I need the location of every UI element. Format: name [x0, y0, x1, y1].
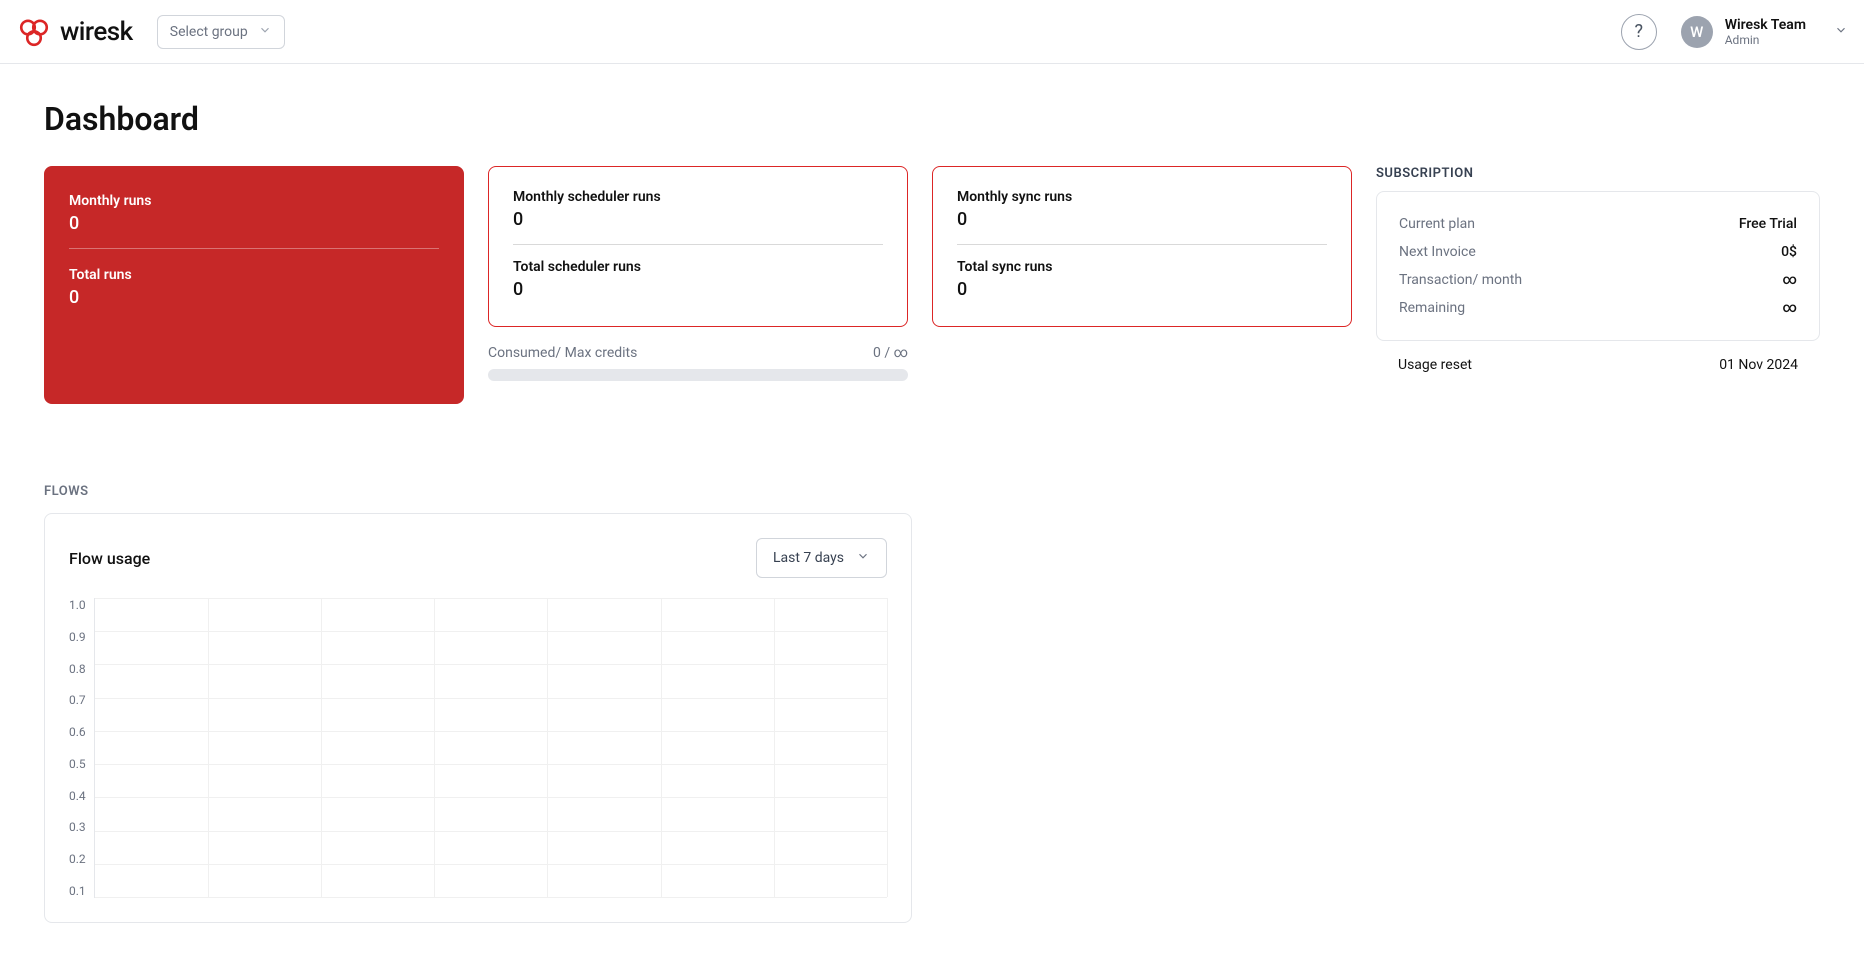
- sub-key: Transaction/ month: [1399, 272, 1522, 288]
- group-select-dropdown[interactable]: Select group: [157, 15, 285, 49]
- divider: [69, 248, 439, 249]
- sub-row-transaction: Transaction/ month ∞: [1399, 266, 1797, 294]
- chevron-down-icon: [1834, 22, 1848, 41]
- logo-icon: [16, 14, 52, 50]
- sub-val: Free Trial: [1739, 216, 1797, 232]
- monthly-sync-label: Monthly sync runs: [957, 189, 1327, 205]
- range-label: Last 7 days: [773, 550, 844, 566]
- chart-y-axis: 1.0 0.9 0.8 0.7 0.6 0.5 0.4 0.3 0.2 0.1: [69, 598, 94, 898]
- usage-reset-label: Usage reset: [1398, 357, 1472, 373]
- scheduler-column: Monthly scheduler runs 0 Total scheduler…: [488, 166, 908, 381]
- brand-name: wiresk: [60, 17, 133, 47]
- sub-key: Next Invoice: [1399, 244, 1476, 260]
- credits-block: Consumed/ Max credits 0 / ∞: [488, 345, 908, 381]
- flows-card: Flow usage Last 7 days 1.0 0.9 0.8 0.7 0.6 0.…: [44, 513, 912, 923]
- flows-heading: FLOWS: [44, 484, 1820, 499]
- y-tick: 0.5: [69, 757, 86, 771]
- user-role: Admin: [1725, 33, 1806, 47]
- sub-row-invoice: Next Invoice 0$: [1399, 238, 1797, 266]
- y-tick: 0.4: [69, 789, 86, 803]
- user-info: Wiresk Team Admin: [1725, 17, 1806, 47]
- y-tick: 0.2: [69, 852, 86, 866]
- total-scheduler-value: 0: [513, 279, 883, 300]
- subscription-column: SUBSCRIPTION Current plan Free Trial Nex…: [1376, 166, 1820, 373]
- y-tick: 0.9: [69, 630, 86, 644]
- sub-row-plan: Current plan Free Trial: [1399, 210, 1797, 238]
- runs-card: Monthly runs 0 Total runs 0: [44, 166, 464, 404]
- y-tick: 1.0: [69, 598, 86, 612]
- total-sync-value: 0: [957, 279, 1327, 300]
- y-tick: 0.7: [69, 693, 86, 707]
- chart-plot-area: [94, 598, 887, 898]
- sub-key: Current plan: [1399, 216, 1475, 232]
- y-tick: 0.6: [69, 725, 86, 739]
- main-content: Dashboard Monthly runs 0 Total runs 0 Mo…: [0, 64, 1864, 959]
- subscription-card: Current plan Free Trial Next Invoice 0$ …: [1376, 191, 1820, 341]
- flows-section: FLOWS Flow usage Last 7 days 1.0 0.9 0.8 0.…: [44, 484, 1820, 923]
- user-name: Wiresk Team: [1725, 17, 1806, 33]
- monthly-runs-value: 0: [69, 213, 439, 234]
- monthly-scheduler-label: Monthly scheduler runs: [513, 189, 883, 205]
- sub-row-remaining: Remaining ∞: [1399, 294, 1797, 322]
- sync-card: Monthly sync runs 0 Total sync runs 0: [932, 166, 1352, 327]
- avatar: W: [1681, 16, 1713, 48]
- usage-reset-row: Usage reset 01 Nov 2024: [1376, 341, 1820, 373]
- credits-progress-bar: [488, 369, 908, 381]
- y-tick: 0.8: [69, 662, 86, 676]
- group-select-label: Select group: [170, 24, 248, 40]
- date-range-dropdown[interactable]: Last 7 days: [756, 538, 887, 578]
- total-sync-label: Total sync runs: [957, 259, 1327, 275]
- y-tick: 0.3: [69, 820, 86, 834]
- metrics-grid: Monthly runs 0 Total runs 0 Monthly sche…: [44, 166, 1820, 404]
- chevron-down-icon: [856, 549, 870, 567]
- credits-label: Consumed/ Max credits: [488, 345, 637, 361]
- subscription-heading: SUBSCRIPTION: [1376, 166, 1820, 181]
- flows-title: Flow usage: [69, 549, 150, 568]
- user-menu[interactable]: W Wiresk Team Admin: [1681, 16, 1848, 48]
- sub-val: ∞: [1782, 300, 1797, 316]
- credits-value: 0 / ∞: [873, 345, 908, 361]
- total-runs-label: Total runs: [69, 267, 439, 283]
- monthly-runs-label: Monthly runs: [69, 193, 439, 209]
- question-icon: ?: [1634, 21, 1643, 42]
- divider: [513, 244, 883, 245]
- sub-val: ∞: [1782, 272, 1797, 288]
- usage-reset-value: 01 Nov 2024: [1719, 357, 1798, 373]
- chevron-down-icon: [258, 23, 272, 41]
- help-button[interactable]: ?: [1621, 14, 1657, 50]
- divider: [957, 244, 1327, 245]
- avatar-initial: W: [1690, 23, 1703, 41]
- logo[interactable]: wiresk: [16, 14, 133, 50]
- total-scheduler-label: Total scheduler runs: [513, 259, 883, 275]
- monthly-scheduler-value: 0: [513, 209, 883, 230]
- app-header: wiresk Select group ? W Wiresk Team Admi…: [0, 0, 1864, 64]
- y-tick: 0.1: [69, 884, 86, 898]
- page-title: Dashboard: [44, 100, 1820, 138]
- sub-key: Remaining: [1399, 300, 1465, 316]
- total-runs-value: 0: [69, 287, 439, 308]
- monthly-sync-value: 0: [957, 209, 1327, 230]
- sub-val: 0$: [1781, 244, 1797, 260]
- scheduler-card: Monthly scheduler runs 0 Total scheduler…: [488, 166, 908, 327]
- flow-usage-chart: 1.0 0.9 0.8 0.7 0.6 0.5 0.4 0.3 0.2 0.1: [69, 598, 887, 898]
